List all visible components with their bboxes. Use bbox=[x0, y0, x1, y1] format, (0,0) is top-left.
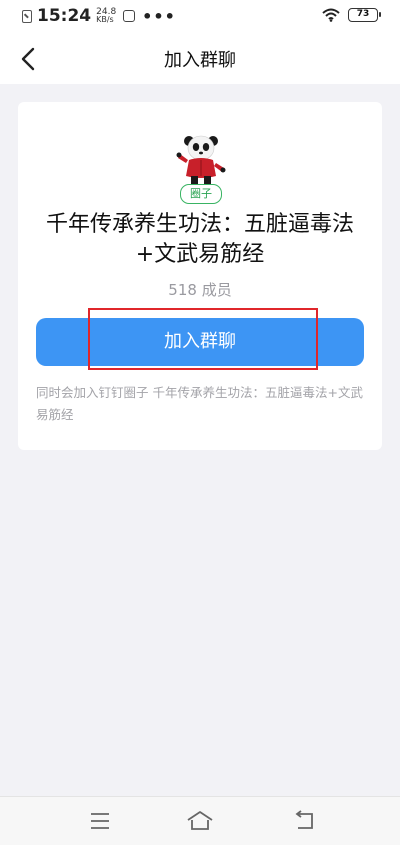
system-navigation-bar bbox=[0, 796, 400, 845]
home-button[interactable] bbox=[186, 809, 214, 833]
join-note: 同时会加入钉钉圈子 千年传承养生功法：五脏逼毒法+文武易筋经 bbox=[36, 385, 363, 422]
notification-app-icon bbox=[123, 10, 136, 22]
page-title: 加入群聊 bbox=[164, 50, 236, 71]
network-speed-unit: KB/s bbox=[96, 15, 114, 24]
status-right: 73 bbox=[322, 8, 381, 22]
network-speed: 24.8 KB/s bbox=[96, 8, 116, 24]
status-time: 15:24 bbox=[37, 6, 92, 26]
more-notifications: ••• bbox=[142, 6, 176, 26]
group-card: 圈子 千年传承养生功法：五脏逼毒法+文武易筋经 518 成员 加入群聊 同时会加… bbox=[18, 102, 382, 450]
menu-icon bbox=[91, 813, 109, 829]
back-arrow-icon bbox=[295, 810, 313, 829]
home-icon bbox=[187, 811, 213, 830]
system-back-button[interactable] bbox=[290, 809, 318, 833]
battery-indicator: 73 bbox=[348, 8, 381, 22]
circle-badge: 圈子 bbox=[180, 184, 222, 204]
status-bar: 15:24 24.8 KB/s ••• 73 bbox=[0, 0, 400, 34]
member-count: 518 成员 bbox=[168, 281, 232, 299]
join-group-button[interactable]: 加入群聊 bbox=[36, 318, 364, 366]
group-title: 千年传承养生功法：五脏逼毒法+文武易筋经 bbox=[45, 212, 354, 267]
status-left: 15:24 24.8 KB/s ••• bbox=[22, 6, 176, 26]
wifi-icon bbox=[322, 8, 340, 22]
menu-button[interactable] bbox=[86, 809, 114, 833]
header: 加入群聊 bbox=[0, 34, 400, 84]
group-avatar bbox=[176, 135, 226, 186]
no-sim-icon bbox=[22, 9, 32, 23]
